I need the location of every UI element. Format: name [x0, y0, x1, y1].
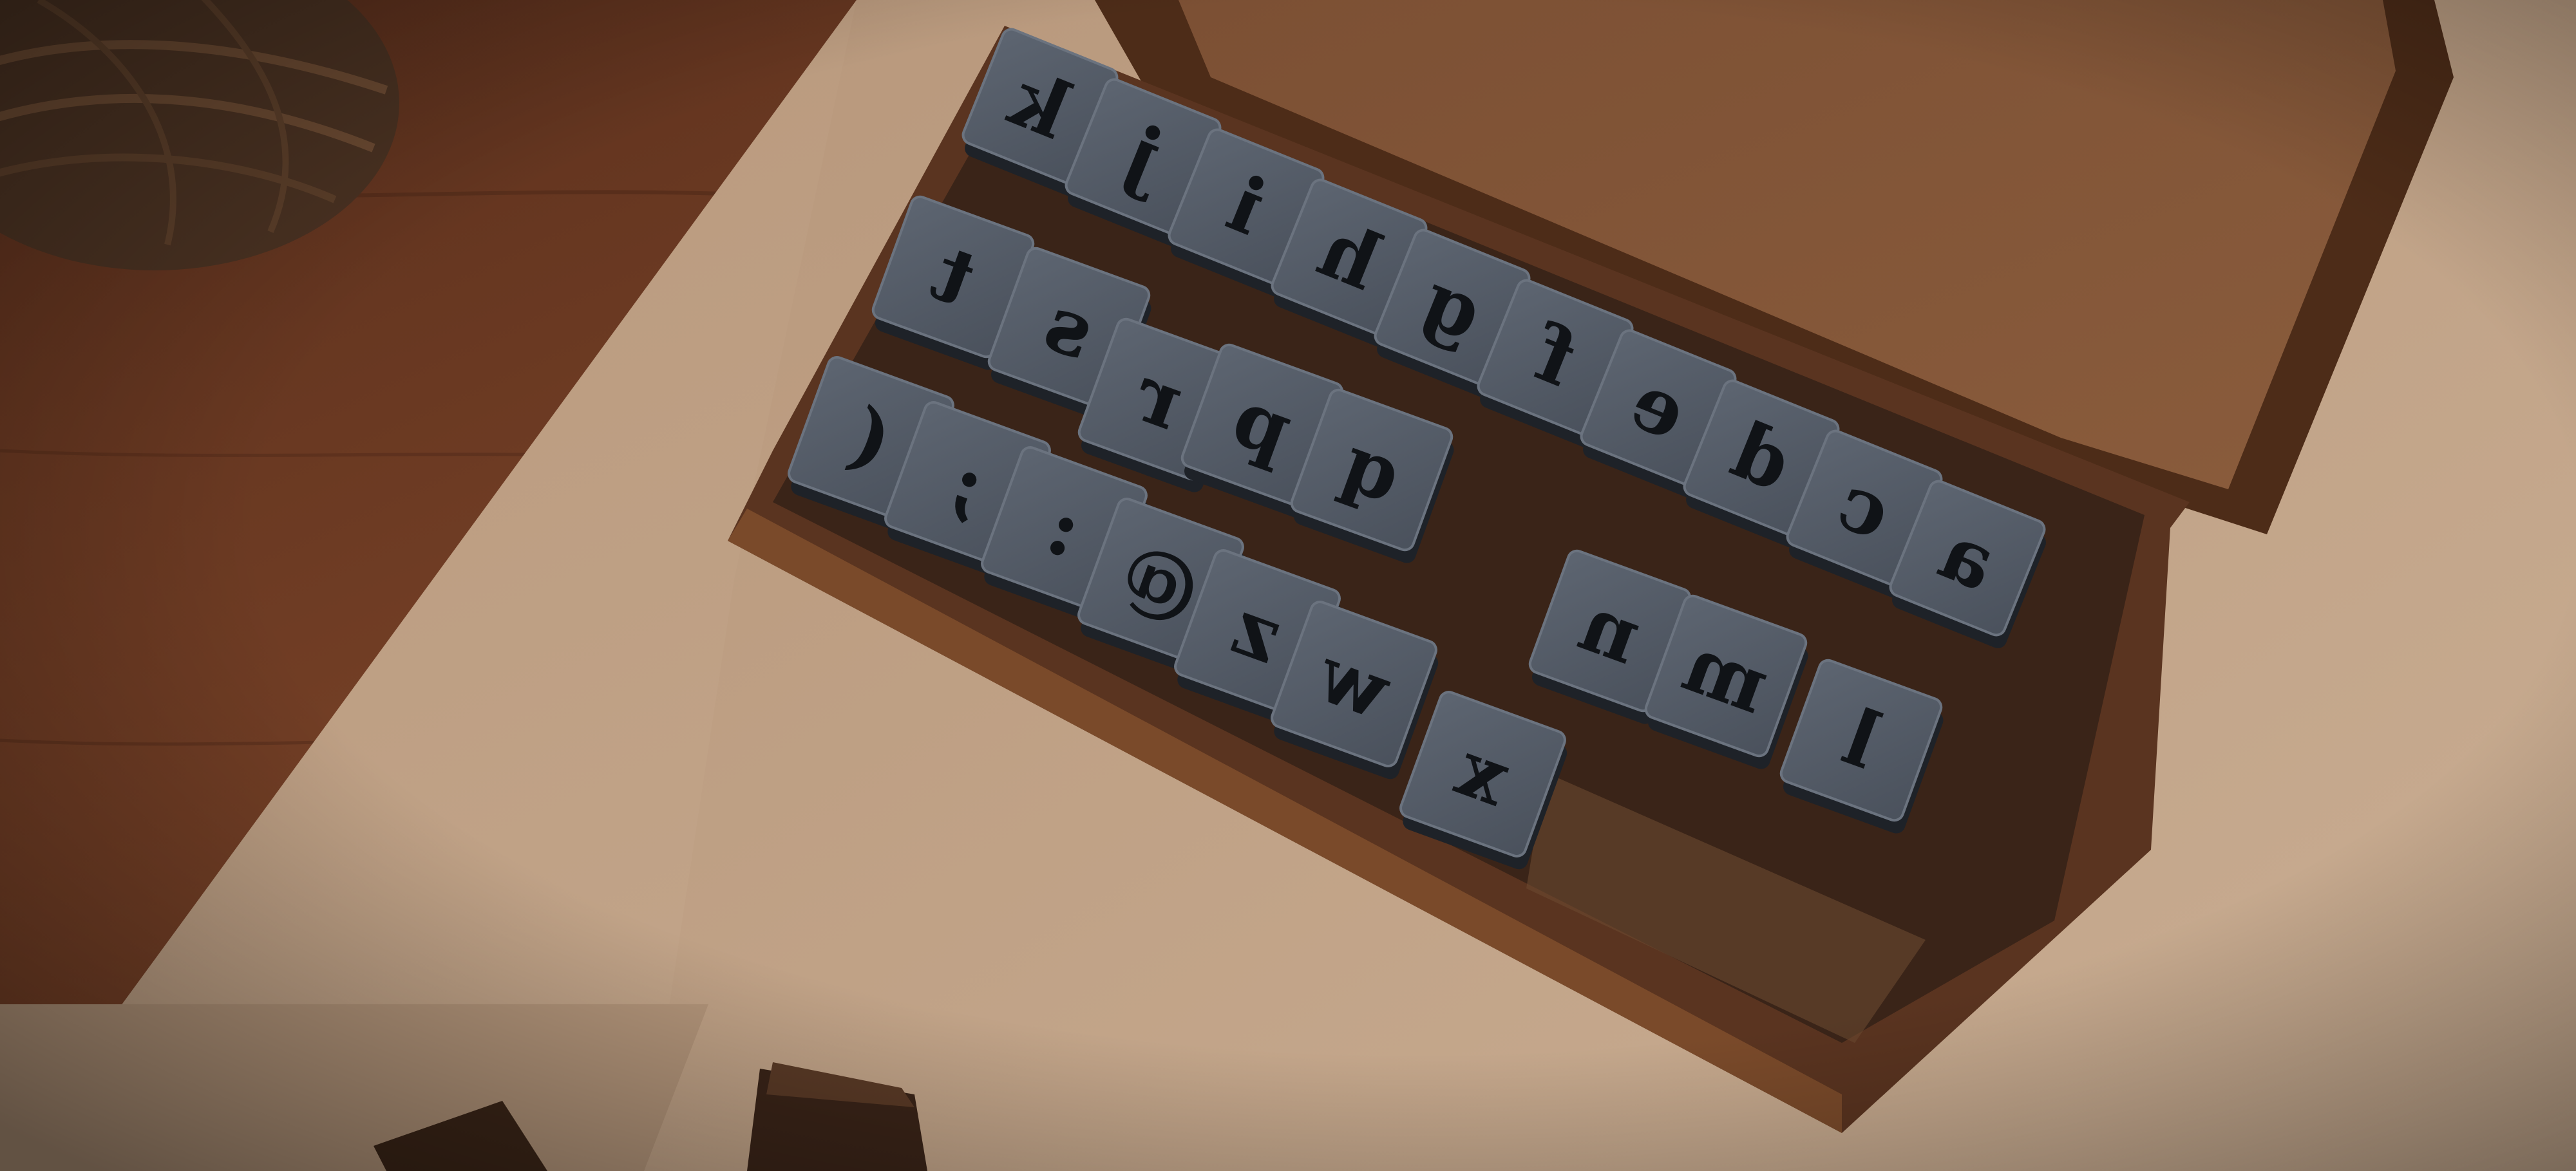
photo-scene: kjihgfedca tsrpqnml (;:@zwx	[0, 0, 2576, 1171]
